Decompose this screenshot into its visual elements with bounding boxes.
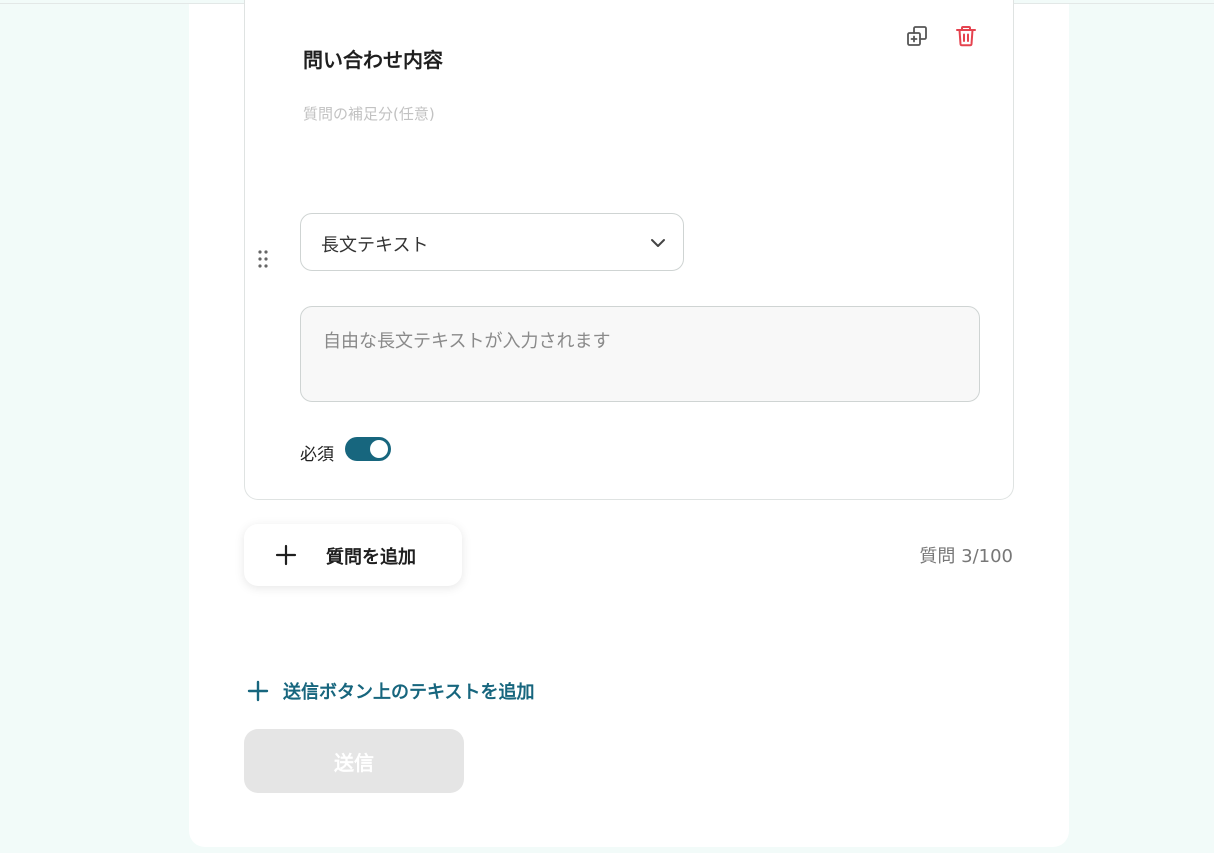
add-text-above-submit-link[interactable]: 送信ボタン上のテキストを追加: [247, 677, 534, 705]
add-question-label: 質問を追加: [326, 547, 416, 568]
submit-label: 送信: [334, 750, 374, 775]
question-description-input[interactable]: 質問の補足分(任意): [303, 103, 435, 124]
add-question-button[interactable]: 質問を追加: [244, 524, 462, 586]
question-type-select[interactable]: 長文テキスト: [300, 213, 684, 271]
trash-icon: [956, 26, 976, 47]
copy-plus-icon: [907, 26, 927, 46]
question-count: 質問 3/100: [919, 546, 1013, 567]
answer-preview-textarea[interactable]: 自由な長文テキストが入力されます: [300, 306, 980, 402]
question-card: 問い合わせ内容 質問の補足分(任意) 長文テキスト 自由な長文テキストが入力され…: [244, 0, 1014, 500]
drag-handle[interactable]: [256, 249, 270, 269]
question-type-value: 長文テキスト: [321, 235, 429, 256]
submit-button[interactable]: 送信: [244, 729, 464, 793]
drag-handle-icon: [258, 250, 268, 268]
question-title[interactable]: 問い合わせ内容: [303, 44, 443, 73]
toggle-knob: [370, 440, 388, 458]
form-panel: 問い合わせ内容 質問の補足分(任意) 長文テキスト 自由な長文テキストが入力され…: [189, 0, 1069, 847]
duplicate-question-button[interactable]: [903, 22, 931, 50]
plus-icon: [247, 680, 269, 702]
answer-placeholder: 自由な長文テキストが入力されます: [323, 331, 611, 352]
add-text-label: 送信ボタン上のテキストを追加: [283, 682, 535, 703]
chevron-down-icon: [651, 239, 665, 247]
required-toggle[interactable]: [345, 437, 391, 461]
plus-icon: [275, 544, 297, 566]
required-label: 必須: [300, 445, 334, 465]
delete-question-button[interactable]: [952, 22, 980, 50]
